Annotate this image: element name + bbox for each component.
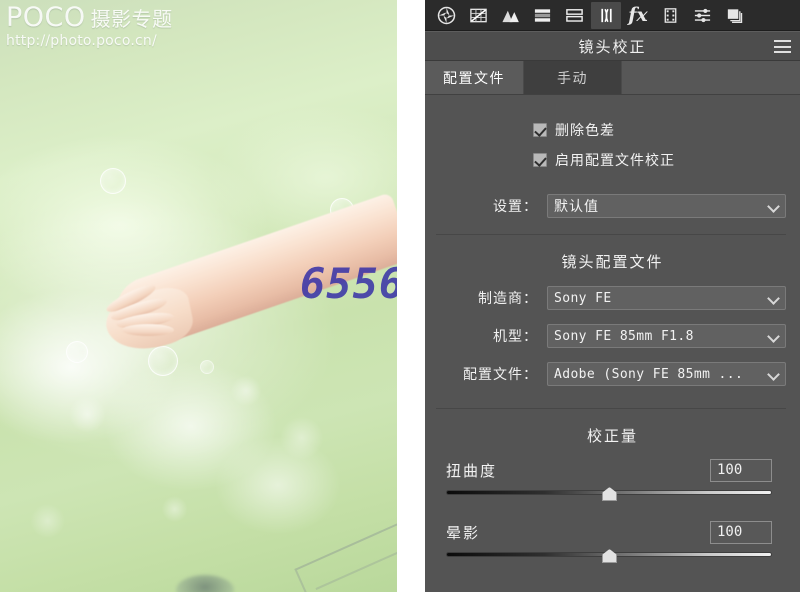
hsl-grayscale-icon[interactable]	[527, 2, 557, 29]
presets-icon[interactable]	[687, 2, 717, 29]
slider-distortion-value[interactable]: 100	[710, 458, 772, 482]
section-divider	[436, 234, 786, 235]
chevron-down-icon	[769, 332, 778, 341]
tab-filler	[622, 61, 800, 94]
model-select[interactable]: Sony FE 85mm F1.8	[547, 324, 786, 348]
slider-vignetting-value[interactable]: 100	[710, 520, 772, 544]
slider-distortion-head: 扭曲度 100	[446, 458, 772, 482]
profile-value: Adobe (Sony FE 85mm ...	[554, 366, 744, 382]
app-window: POCO 摄影专题 http://photo.poco.cn/ 655615	[0, 0, 800, 592]
tab-manual-label: 手动	[557, 70, 588, 87]
overlay-digits: 655615	[300, 259, 397, 308]
checkbox-remove-chromatic-aberration-label: 删除色差	[555, 123, 615, 139]
slider-vignetting-label: 晕影	[446, 523, 481, 542]
setup-row: 设置： 默认值	[425, 194, 800, 218]
lens-correction-panel: fx 镜头校正 配置文件 手动 删除色差 启用配置文件校正 设置： 默认值 镜头…	[425, 0, 800, 592]
model-value: Sony FE 85mm F1.8	[554, 328, 694, 344]
setup-value: 默认值	[554, 199, 599, 215]
make-row: 制造商： Sony FE	[425, 286, 800, 310]
photo-watermark: POCO 摄影专题 http://photo.poco.cn/	[6, 4, 173, 48]
module-toolbar: fx	[425, 0, 800, 31]
lens-correction-icon[interactable]	[591, 1, 621, 29]
tab-profile[interactable]: 配置文件	[425, 61, 524, 94]
panel-title-bar: 镜头校正	[425, 31, 800, 61]
tone-curve-icon[interactable]	[463, 2, 493, 29]
make-label: 制造商：	[478, 291, 538, 307]
slider-distortion: 扭曲度 100	[425, 458, 800, 502]
soap-bubble	[148, 346, 178, 376]
watermark-title: 摄影专题	[90, 7, 173, 31]
chevron-down-icon	[769, 370, 778, 379]
make-select[interactable]: Sony FE	[547, 286, 786, 310]
soap-bubble	[100, 168, 126, 194]
tab-profile-label: 配置文件	[443, 70, 505, 87]
tab-manual[interactable]: 手动	[524, 61, 622, 94]
soap-bubble	[66, 341, 88, 363]
detail-icon[interactable]	[495, 2, 525, 29]
section-divider	[436, 408, 786, 409]
basic-adjustments-icon[interactable]	[431, 2, 461, 29]
setup-select[interactable]: 默认值	[547, 194, 786, 218]
lens-profile-section-title: 镜头配置文件	[561, 253, 664, 271]
profile-row: 配置文件： Adobe (Sony FE 85mm ...	[425, 362, 800, 386]
checkbox-row-remove-chromatic-aberration[interactable]: 删除色差	[425, 120, 800, 140]
checkbox-row-enable-profile-corrections[interactable]: 启用配置文件校正	[425, 150, 800, 170]
photo-preview[interactable]: POCO 摄影专题 http://photo.poco.cn/ 655615	[0, 0, 397, 592]
slider-vignetting: 晕影 100	[425, 520, 800, 564]
watermark-brand: POCO	[6, 2, 86, 33]
panel-body: 删除色差 启用配置文件校正 设置： 默认值 镜头配置文件 制造商： Sony F…	[425, 120, 800, 592]
setup-label: 设置：	[493, 199, 538, 215]
make-value: Sony FE	[554, 290, 612, 306]
finger	[122, 324, 174, 336]
profile-select[interactable]: Adobe (Sony FE 85mm ...	[547, 362, 786, 386]
split-toning-icon[interactable]	[559, 2, 589, 29]
page-title: 镜头校正	[578, 37, 647, 56]
hamburger-menu-icon[interactable]	[774, 40, 791, 53]
slider-vignetting-head: 晕影 100	[446, 520, 772, 544]
watermark-url: http://photo.poco.cn/	[6, 33, 157, 49]
model-label: 机型：	[493, 329, 538, 345]
correction-amount-section-title: 校正量	[586, 427, 638, 445]
checkbox-enable-profile-corrections[interactable]	[533, 153, 547, 167]
slider-vignetting-track-wrap[interactable]	[446, 548, 772, 564]
checkbox-enable-profile-corrections-label: 启用配置文件校正	[555, 153, 675, 169]
soap-bubble	[200, 360, 214, 374]
chevron-down-icon	[769, 294, 778, 303]
slider-distortion-track-wrap[interactable]	[446, 486, 772, 502]
model-row: 机型： Sony FE 85mm F1.8	[425, 324, 800, 348]
panel-tabs: 配置文件 手动	[425, 61, 800, 95]
profile-label: 配置文件：	[463, 367, 538, 383]
panel-gutter	[397, 0, 425, 592]
checkbox-remove-chromatic-aberration[interactable]	[533, 123, 547, 137]
snapshots-icon[interactable]	[719, 2, 749, 29]
effects-icon[interactable]: fx	[623, 2, 653, 29]
chevron-down-icon	[769, 202, 778, 211]
slider-distortion-label: 扭曲度	[446, 461, 498, 480]
camera-calibration-icon[interactable]	[655, 2, 685, 29]
